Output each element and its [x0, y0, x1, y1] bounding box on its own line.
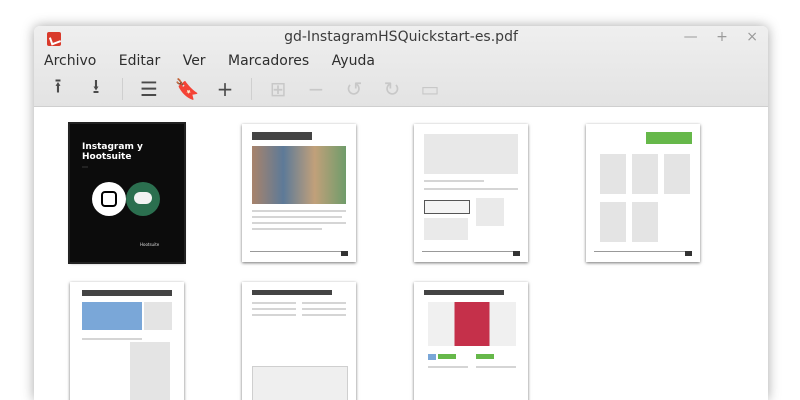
window-chrome: gd-InstagramHSQuickstart-es.pdf — + × Ar… — [34, 26, 768, 107]
save-icon[interactable]: ⭳ — [84, 74, 108, 101]
menu-editar[interactable]: Editar — [119, 50, 160, 72]
page-thumbnail[interactable] — [414, 282, 528, 400]
text-line — [252, 308, 296, 310]
page-thumbnail[interactable] — [586, 124, 700, 262]
list-view-icon[interactable]: ☰ — [137, 77, 161, 101]
text-line — [82, 338, 142, 340]
text-line — [476, 366, 516, 368]
remove-icon[interactable]: − — [304, 77, 328, 101]
hootsuite-icon — [126, 182, 160, 216]
accent-block — [438, 354, 456, 359]
page-heading — [252, 290, 332, 295]
instagram-icon — [92, 182, 126, 216]
text-line — [424, 180, 484, 182]
page-thumbnail[interactable] — [414, 124, 528, 262]
text-line — [252, 210, 346, 212]
thumbnail-grid: Instagram y Hootsuite Hootsuite — [34, 108, 768, 400]
text-line — [302, 308, 346, 310]
insert-page-icon[interactable]: ⊞ — [266, 77, 290, 101]
menu-archivo[interactable]: Archivo — [44, 50, 96, 72]
cover-subtitle — [82, 166, 88, 168]
maximize-button[interactable]: + — [716, 29, 728, 45]
page-thumbnail[interactable] — [70, 282, 184, 400]
screenshot-block — [424, 218, 468, 240]
phone-mock — [130, 342, 170, 400]
phone-mock — [600, 154, 626, 194]
page-thumbnail[interactable] — [242, 124, 356, 262]
image-icon[interactable]: ▭ — [418, 77, 442, 101]
page-footer — [594, 251, 692, 252]
page-thumbnail[interactable]: Instagram y Hootsuite Hootsuite — [68, 122, 186, 264]
phone-mock — [632, 202, 658, 242]
accent-block — [428, 354, 436, 360]
page-heading — [82, 290, 172, 296]
title-bar[interactable]: gd-InstagramHSQuickstart-es.pdf — + × — [34, 26, 768, 50]
page-footer-mark — [685, 251, 692, 256]
menu-marcadores[interactable]: Marcadores — [228, 50, 309, 72]
page-heading — [424, 290, 504, 295]
icon-grid — [476, 198, 504, 226]
page-footer — [250, 251, 348, 252]
cover-brand: Hootsuite — [140, 242, 160, 247]
page-heading — [252, 132, 312, 140]
window-title: gd-InstagramHSQuickstart-es.pdf — [284, 29, 518, 45]
text-line — [302, 314, 346, 316]
phone-mock — [664, 154, 690, 194]
bookmark-icon[interactable]: 🔖 — [175, 77, 200, 101]
menu-bar: Archivo Editar Ver Marcadores Ayuda — [34, 50, 768, 72]
phone-mock — [632, 154, 658, 194]
screenshot-block — [428, 302, 516, 346]
cover-image: Instagram y Hootsuite Hootsuite — [70, 124, 184, 262]
text-line — [252, 222, 346, 224]
rotate-left-icon[interactable]: ↺ — [342, 77, 366, 101]
text-line — [252, 216, 342, 218]
upload-icon[interactable]: ⭱ — [46, 74, 70, 101]
rotate-right-icon[interactable]: ↻ — [380, 77, 404, 101]
window-controls: — + × — [670, 29, 758, 45]
accent-block — [476, 354, 494, 359]
screenshot-block — [82, 302, 142, 330]
text-line — [428, 366, 468, 368]
text-line — [302, 302, 346, 304]
close-button[interactable]: × — [746, 29, 758, 45]
text-line — [252, 314, 296, 316]
input-mock — [424, 200, 470, 214]
text-line — [252, 302, 296, 304]
page-footer-mark — [341, 251, 348, 256]
phone-mock — [144, 302, 172, 330]
screenshot-block — [252, 366, 348, 400]
page-thumbnail[interactable] — [242, 282, 356, 400]
toolbar-separator — [251, 78, 252, 100]
menu-ver[interactable]: Ver — [183, 50, 206, 72]
menu-ayuda[interactable]: Ayuda — [332, 50, 375, 72]
screenshot-block — [424, 134, 518, 174]
toolbar: ⭱ ⭳ ☰ 🔖 + ⊞ − ↺ ↻ ▭ — [34, 72, 768, 106]
page-footer-mark — [513, 251, 520, 256]
phone-mock — [600, 202, 626, 242]
text-line — [424, 188, 518, 190]
pdf-window: gd-InstagramHSQuickstart-es.pdf — + × Ar… — [34, 26, 768, 400]
add-icon[interactable]: + — [213, 77, 237, 101]
text-line — [252, 228, 322, 230]
photo-grid — [252, 146, 346, 204]
cover-title: Instagram y Hootsuite — [82, 142, 143, 162]
highlight-box — [646, 132, 692, 144]
toolbar-separator — [122, 78, 123, 100]
minimize-button[interactable]: — — [684, 29, 698, 45]
page-footer — [422, 251, 520, 252]
